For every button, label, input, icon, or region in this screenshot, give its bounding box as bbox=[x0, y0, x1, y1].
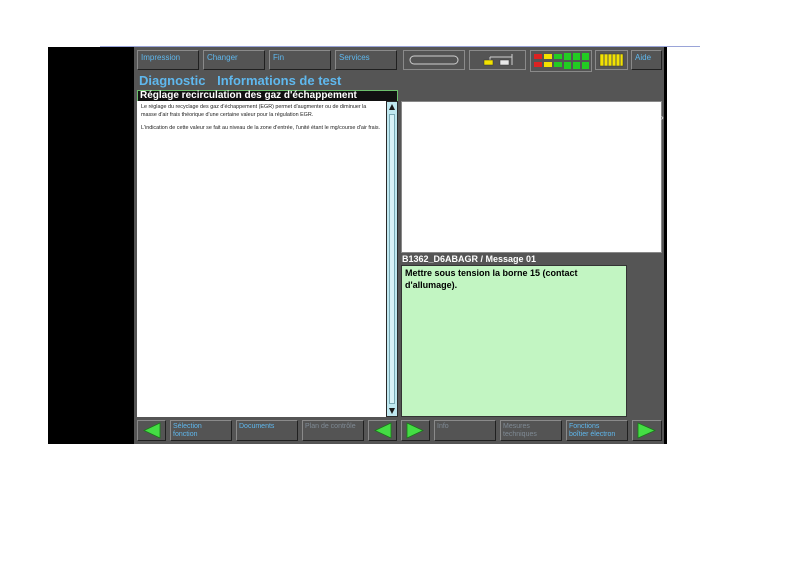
control-unit-icon bbox=[599, 53, 624, 67]
graphic-area bbox=[401, 101, 662, 253]
previous-page-button[interactable] bbox=[368, 420, 397, 441]
message-text: Mettre sous tension la borne 15 (contact… bbox=[401, 265, 627, 417]
ecu-functions-button[interactable]: Fonctions boîtier électron bbox=[566, 420, 628, 441]
arrow-right-icon bbox=[637, 422, 656, 439]
end-button[interactable]: Fin bbox=[269, 50, 331, 70]
print-button[interactable]: Impression bbox=[137, 50, 199, 70]
arrow-left-icon bbox=[374, 422, 392, 439]
text-scrollbar[interactable] bbox=[386, 101, 398, 417]
page-title: Diagnostic Informations de test bbox=[139, 73, 349, 88]
status-lights bbox=[530, 50, 592, 72]
info-paragraph: Le réglage du recyclage des gaz d'échapp… bbox=[141, 104, 367, 118]
info-paragraph: L'indication de cette valeur se fait au … bbox=[141, 125, 381, 131]
services-button[interactable]: Services bbox=[335, 50, 397, 70]
technical-measures-button[interactable]: Mesures techniques bbox=[500, 420, 562, 441]
screen-title: Informations de test bbox=[217, 73, 342, 88]
info-button[interactable]: Info bbox=[434, 420, 496, 441]
message-header: B1362_D6ABAGR / Message 01 bbox=[402, 254, 537, 264]
status-lights-icon bbox=[534, 53, 589, 69]
battery-icon bbox=[409, 55, 459, 65]
continue-button[interactable] bbox=[632, 420, 662, 441]
connection-indicator[interactable] bbox=[469, 50, 526, 70]
function-selection-button[interactable]: Sélection fonction bbox=[170, 420, 232, 441]
back-button[interactable] bbox=[137, 420, 166, 441]
battery-indicator[interactable] bbox=[403, 50, 465, 70]
next-page-button[interactable] bbox=[401, 420, 430, 441]
cursor-mark-icon: › bbox=[661, 113, 664, 122]
scroll-thumb[interactable] bbox=[389, 114, 395, 404]
change-button[interactable]: Changer bbox=[203, 50, 265, 70]
module-label: Diagnostic bbox=[139, 73, 206, 88]
scroll-down-icon[interactable] bbox=[388, 407, 396, 415]
test-plan-button[interactable]: Plan de contrôle bbox=[302, 420, 364, 441]
help-button[interactable]: Aide bbox=[631, 50, 662, 70]
arrow-right-icon bbox=[406, 422, 424, 439]
diagnostic-connector-icon bbox=[483, 54, 513, 66]
scroll-up-icon[interactable] bbox=[388, 103, 396, 111]
test-information-text: Le réglage du recyclage des gaz d'échapp… bbox=[137, 101, 386, 417]
module-indicator[interactable] bbox=[595, 50, 628, 70]
arrow-left-icon bbox=[143, 422, 161, 439]
documents-button[interactable]: Documents bbox=[236, 420, 298, 441]
